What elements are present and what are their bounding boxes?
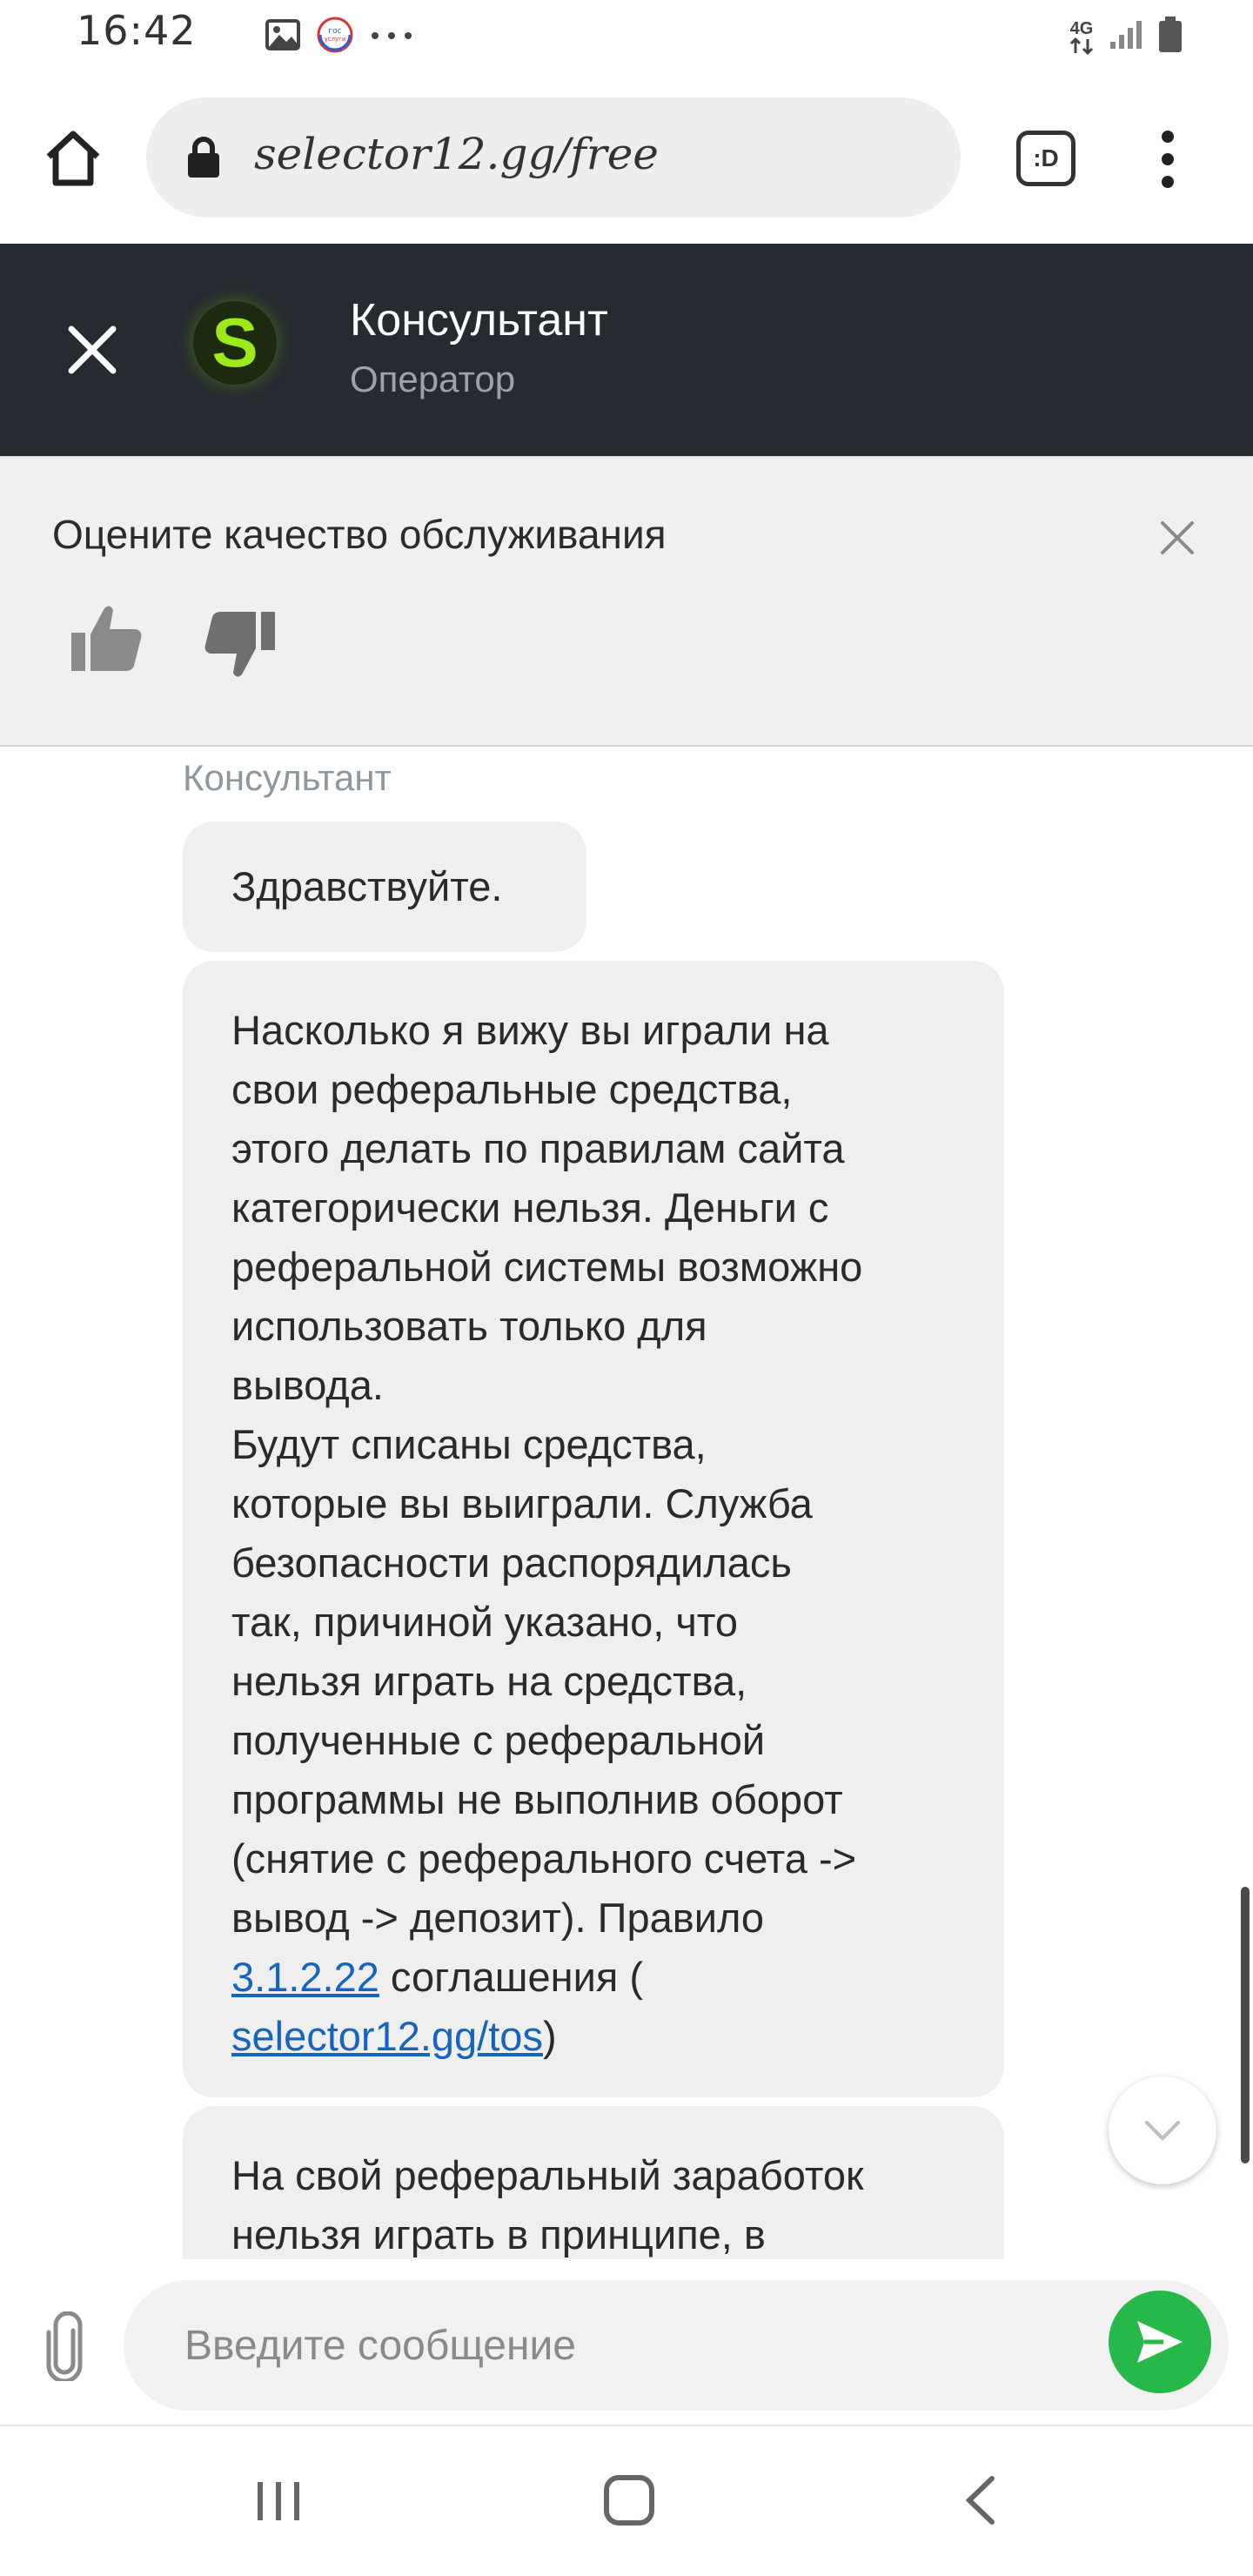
agent-avatar: S xyxy=(193,301,277,385)
svg-text:услуги: услуги xyxy=(325,36,346,43)
home-button[interactable] xyxy=(38,124,108,193)
network-label: 4G xyxy=(1069,18,1094,38)
thumbs-down-icon xyxy=(204,612,275,677)
vertical-dots-icon xyxy=(1162,131,1174,188)
tab-switcher-button[interactable]: :D xyxy=(1016,131,1075,186)
status-time: 16:42 xyxy=(77,7,197,54)
system-back-button[interactable] xyxy=(959,2473,1002,2532)
browser-menu-button[interactable] xyxy=(1150,129,1185,190)
message-input[interactable] xyxy=(124,2280,1229,2411)
status-icons-right: 4G xyxy=(1069,16,1183,58)
signal-icon xyxy=(1109,19,1143,55)
message-bubble: На свой реферальный заработок нельзя игр… xyxy=(183,2106,1004,2259)
scroll-to-bottom-button[interactable] xyxy=(1109,2076,1216,2184)
lock-icon xyxy=(188,137,219,178)
rating-panel: Оцените качество обслуживания xyxy=(0,456,1253,747)
thumb-up-button[interactable] xyxy=(70,603,144,677)
chat-scrollbar[interactable] xyxy=(1241,1887,1250,2163)
home-square-icon xyxy=(604,2475,654,2526)
back-chevron-icon xyxy=(965,2476,995,2525)
tab-switcher-label: :D xyxy=(1033,144,1059,171)
battery-icon xyxy=(1157,16,1183,58)
close-chat-button[interactable] xyxy=(59,317,125,383)
tos-link[interactable]: selector12.gg/tos xyxy=(231,2013,543,2059)
message-text: соглашения ( xyxy=(390,1954,643,2000)
send-button[interactable] xyxy=(1109,2291,1211,2393)
message-text: ) xyxy=(542,2013,557,2059)
svg-text:гос: гос xyxy=(328,27,341,36)
message-text: На свой реферальный заработок нельзя игр… xyxy=(231,2152,864,2257)
attach-file-button[interactable] xyxy=(38,2311,94,2384)
image-icon xyxy=(265,19,300,55)
url-bar[interactable]: selector12.gg/free xyxy=(146,97,961,218)
message-sender-label: Консультант xyxy=(183,757,392,798)
recents-icon xyxy=(258,2482,299,2520)
close-icon xyxy=(1161,521,1194,554)
agent-name: Консультант xyxy=(350,295,608,345)
agent-role: Оператор xyxy=(350,359,516,399)
rating-close-button[interactable] xyxy=(1157,518,1197,558)
url-text: selector12.gg/free xyxy=(254,129,659,179)
system-home-button[interactable] xyxy=(602,2473,656,2532)
message-bubble: Здравствуйте. xyxy=(183,822,586,952)
gosuslugi-icon: гос услуги xyxy=(316,16,354,58)
recent-apps-button[interactable] xyxy=(252,2477,305,2530)
chevron-down-icon xyxy=(1145,2121,1180,2141)
send-icon xyxy=(1137,2321,1183,2363)
chat-header xyxy=(0,244,1253,456)
rating-title: Оцените качество обслуживания xyxy=(52,512,667,557)
close-icon xyxy=(68,325,117,374)
status-icons-left: гос услуги xyxy=(265,16,413,58)
home-icon xyxy=(46,131,100,186)
thumbs-up-icon xyxy=(71,606,142,671)
paperclip-icon xyxy=(46,2311,83,2384)
more-dots-icon xyxy=(370,30,413,45)
chat-messages-area[interactable]: Консультант Здравствуйте. Насколько я ви… xyxy=(0,747,1253,2259)
message-text: Насколько я вижу вы играли на свои рефер… xyxy=(231,1007,863,1941)
network-type-icon: 4G xyxy=(1069,20,1095,55)
message-text: Здравствуйте. xyxy=(231,863,503,909)
thumb-down-button[interactable] xyxy=(204,610,277,684)
rule-link[interactable]: 3.1.2.22 xyxy=(231,1954,379,2000)
message-bubble: Насколько я вижу вы играли на свои рефер… xyxy=(183,961,1004,2097)
